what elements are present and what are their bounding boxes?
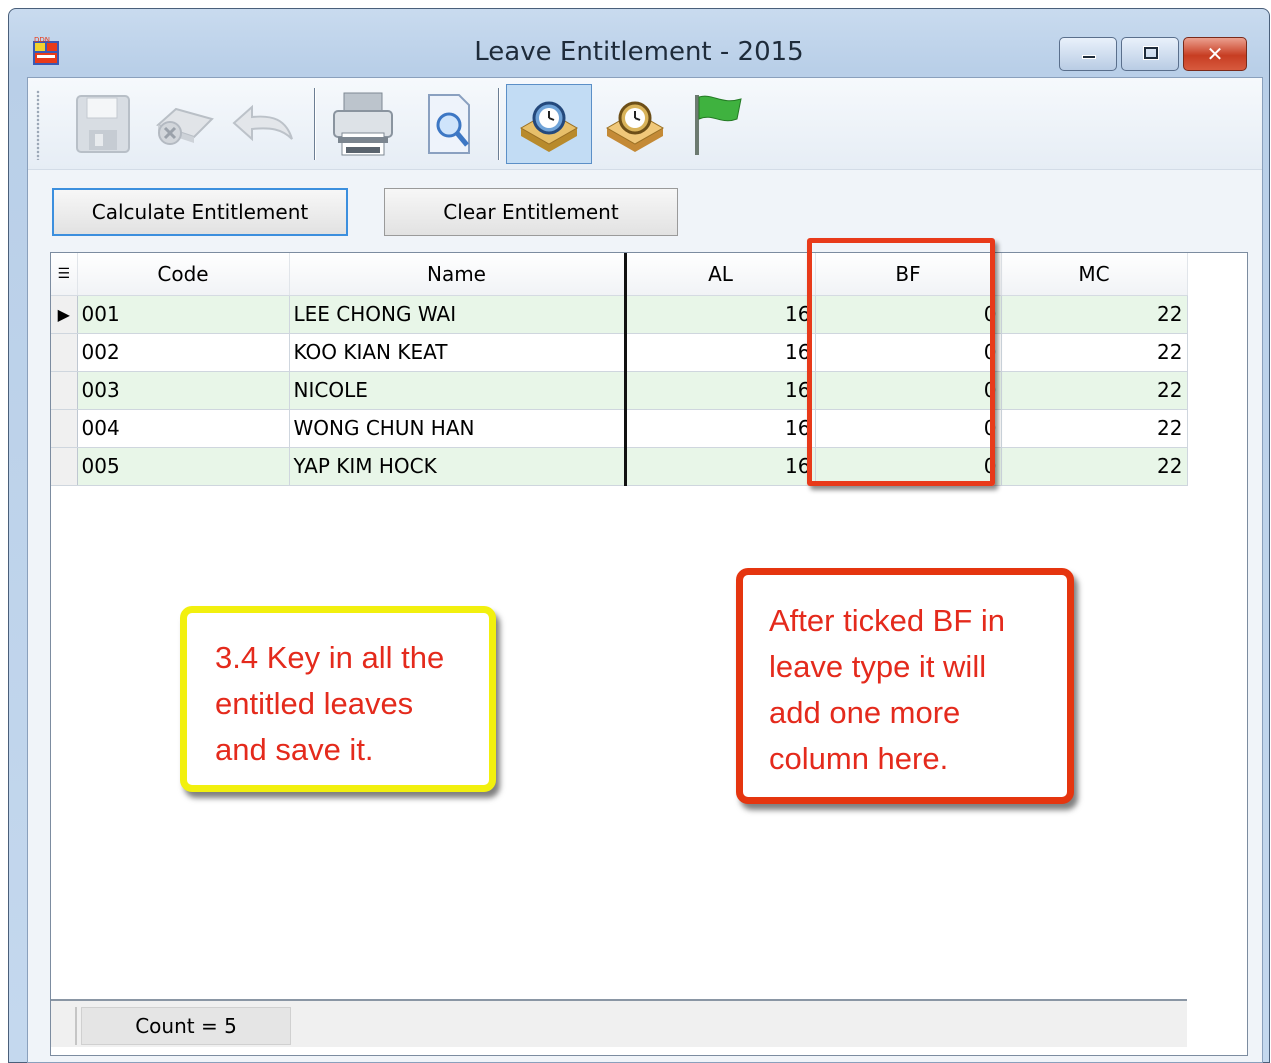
cell-name[interactable]: NICOLE <box>289 371 627 410</box>
entitlement-2-button[interactable] <box>596 86 674 162</box>
column-header-code[interactable]: Code <box>77 253 290 296</box>
toolbar <box>28 78 1262 170</box>
maximize-button[interactable] <box>1121 37 1179 71</box>
cell-mc[interactable]: 22 <box>1001 447 1188 486</box>
cell-code[interactable]: 004 <box>77 409 290 448</box>
cell-mc[interactable]: 22 <box>1001 333 1188 372</box>
floppy-disk-icon <box>76 95 130 153</box>
finish-button[interactable] <box>678 86 756 162</box>
callout-line: After ticked BF in <box>769 603 1006 638</box>
window-controls: ✕ <box>1059 37 1247 71</box>
callout-line: add one more <box>769 695 961 730</box>
table-row[interactable]: 004 WONG CHUN HAN 16 0 22 <box>51 409 1188 448</box>
printer-icon <box>333 92 393 156</box>
cell-name[interactable]: YAP KIM HOCK <box>289 447 627 486</box>
entitlement-table: ☰ Code Name AL BF MC ▶ 001 LEE CHONG WAI… <box>51 253 1188 486</box>
instruction-callout: 3.4 Key in all the entitled leaves and s… <box>180 606 496 792</box>
print-preview-icon <box>428 94 470 154</box>
preview-button[interactable] <box>410 86 488 162</box>
undo-button[interactable] <box>224 86 302 162</box>
table-row[interactable]: ▶ 001 LEE CHONG WAI 16 0 22 <box>51 295 1188 334</box>
cell-code[interactable]: 002 <box>77 333 290 372</box>
cell-mc[interactable]: 22 <box>1001 409 1188 448</box>
column-header-al[interactable]: AL <box>625 253 816 296</box>
cell-mc[interactable]: 22 <box>1001 295 1188 334</box>
callout-line: column here. <box>769 741 949 776</box>
table-row[interactable]: 003 NICOLE 16 0 22 <box>51 371 1188 410</box>
row-indicator <box>51 371 78 410</box>
row-indicator <box>51 333 78 372</box>
cell-al[interactable]: 16 <box>625 295 816 334</box>
maximize-icon <box>1143 46 1159 60</box>
callout-line: 3.4 Key in all the <box>215 640 445 675</box>
clock-book-icon <box>519 101 579 152</box>
client-area: Calculate Entitlement Clear Entitlement … <box>27 77 1263 1063</box>
table-row[interactable]: 002 KOO KIAN KEAT 16 0 22 <box>51 333 1188 372</box>
cell-al[interactable]: 16 <box>625 333 816 372</box>
toolbar-grip[interactable] <box>36 90 40 160</box>
table-row[interactable]: 005 YAP KIM HOCK 16 0 22 <box>51 447 1188 486</box>
green-flag-icon <box>695 95 742 155</box>
bf-column-highlight <box>807 238 995 486</box>
close-button[interactable]: ✕ <box>1183 37 1247 71</box>
callout-line: leave type it will <box>769 649 987 684</box>
cell-code[interactable]: 001 <box>77 295 290 334</box>
undo-arrow-icon <box>232 104 293 142</box>
callout-line: entitled leaves <box>215 686 414 721</box>
footer-divider <box>75 1007 77 1045</box>
row-indicator <box>51 409 78 448</box>
cell-code[interactable]: 005 <box>77 447 290 486</box>
row-indicator <box>51 447 78 486</box>
cell-mc[interactable]: 22 <box>1001 371 1188 410</box>
toolbar-separator <box>498 88 500 160</box>
cell-al[interactable]: 16 <box>625 371 816 410</box>
print-button[interactable] <box>324 86 402 162</box>
clear-entitlement-button[interactable]: Clear Entitlement <box>384 188 678 236</box>
bf-note-callout: After ticked BF in leave type it will ad… <box>736 568 1074 804</box>
entitlement-button[interactable] <box>506 84 592 164</box>
leave-entitlement-window: DDN Leave Entitlement - 2015 ✕ Calculate… <box>8 8 1270 1063</box>
close-icon: ✕ <box>1206 42 1224 66</box>
clock-book-icon <box>605 101 665 152</box>
minimize-icon <box>1082 55 1096 59</box>
column-header-mc[interactable]: MC <box>1001 253 1188 296</box>
cell-al[interactable]: 16 <box>625 409 816 448</box>
cell-code[interactable]: 003 <box>77 371 290 410</box>
grid-footer: Count = 5 <box>51 999 1187 1047</box>
save-button[interactable] <box>64 86 142 162</box>
header-row: ☰ Code Name AL BF MC <box>51 253 1188 296</box>
cell-name[interactable]: WONG CHUN HAN <box>289 409 627 448</box>
cell-name[interactable]: LEE CHONG WAI <box>289 295 627 334</box>
calculate-entitlement-button[interactable]: Calculate Entitlement <box>52 188 348 236</box>
column-chooser-icon[interactable]: ☰ <box>51 253 78 296</box>
cell-al[interactable]: 16 <box>625 447 816 486</box>
record-count: Count = 5 <box>81 1007 291 1045</box>
current-row-indicator-icon: ▶ <box>51 295 78 334</box>
cell-name[interactable]: KOO KIAN KEAT <box>289 333 627 372</box>
eraser-icon <box>156 107 214 145</box>
delete-button[interactable] <box>144 86 222 162</box>
callout-line: and save it. <box>215 732 374 767</box>
toolbar-separator <box>314 88 316 160</box>
minimize-button[interactable] <box>1059 37 1117 71</box>
column-header-name[interactable]: Name <box>289 253 627 296</box>
